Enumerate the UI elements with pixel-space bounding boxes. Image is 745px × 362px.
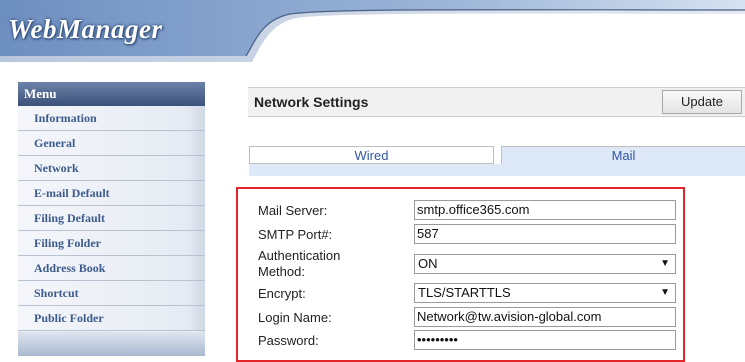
sidebar-item-email-default[interactable]: E-mail Default xyxy=(18,181,205,206)
page-title: Network Settings xyxy=(254,94,369,110)
sidebar-item-network[interactable]: Network xyxy=(18,156,205,181)
sidebar-item-shortcut[interactable]: Shortcut xyxy=(18,281,205,306)
update-button[interactable]: Update xyxy=(662,90,742,114)
sidebar-item-address-book[interactable]: Address Book xyxy=(18,256,205,281)
auth-method-label-line1: Authentication xyxy=(258,248,341,263)
sidebar-menu-list: Information General Network E-mail Defau… xyxy=(18,106,205,331)
sidebar: Menu Information General Network E-mail … xyxy=(18,82,205,356)
sidebar-item-information[interactable]: Information xyxy=(18,106,205,131)
page-header: Network Settings Update xyxy=(248,87,745,117)
header-banner: WebManager xyxy=(0,0,745,75)
webmanager-logo: WebManager xyxy=(8,14,163,44)
password-label: Password: xyxy=(258,333,319,348)
sidebar-item-filing-folder[interactable]: Filing Folder xyxy=(18,231,205,256)
encrypt-label: Encrypt: xyxy=(258,286,306,301)
sidebar-item-filing-default[interactable]: Filing Default xyxy=(18,206,205,231)
auth-method-value: ON xyxy=(418,256,438,271)
encrypt-value: TLS/STARTTLS xyxy=(418,285,511,300)
smtp-port-label: SMTP Port#: xyxy=(258,227,333,242)
dropdown-arrow-icon: ▼ xyxy=(660,258,670,269)
smtp-port-field[interactable]: 587 xyxy=(414,224,676,244)
tab-mail[interactable]: Mail xyxy=(501,146,745,164)
password-field[interactable]: ••••••••• xyxy=(414,330,676,350)
sidebar-item-public-folder[interactable]: Public Folder xyxy=(18,306,205,331)
tab-wired[interactable]: Wired xyxy=(249,146,494,164)
tab-panel-strip xyxy=(249,164,745,176)
encrypt-select[interactable]: TLS/STARTTLS ▼ xyxy=(414,283,676,303)
sidebar-menu-title: Menu xyxy=(18,82,205,106)
sidebar-footer-band xyxy=(18,332,205,356)
auth-method-label-line2: Method: xyxy=(258,264,305,279)
mail-server-field[interactable]: smtp.office365.com xyxy=(414,200,676,220)
mail-server-label: Mail Server: xyxy=(258,203,328,218)
login-name-label: Login Name: xyxy=(258,310,332,325)
login-name-field[interactable]: Network@tw.avision-global.com xyxy=(414,307,676,327)
sidebar-item-general[interactable]: General xyxy=(18,131,205,156)
dropdown-arrow-icon: ▼ xyxy=(660,287,670,298)
auth-method-select[interactable]: ON ▼ xyxy=(414,254,676,274)
